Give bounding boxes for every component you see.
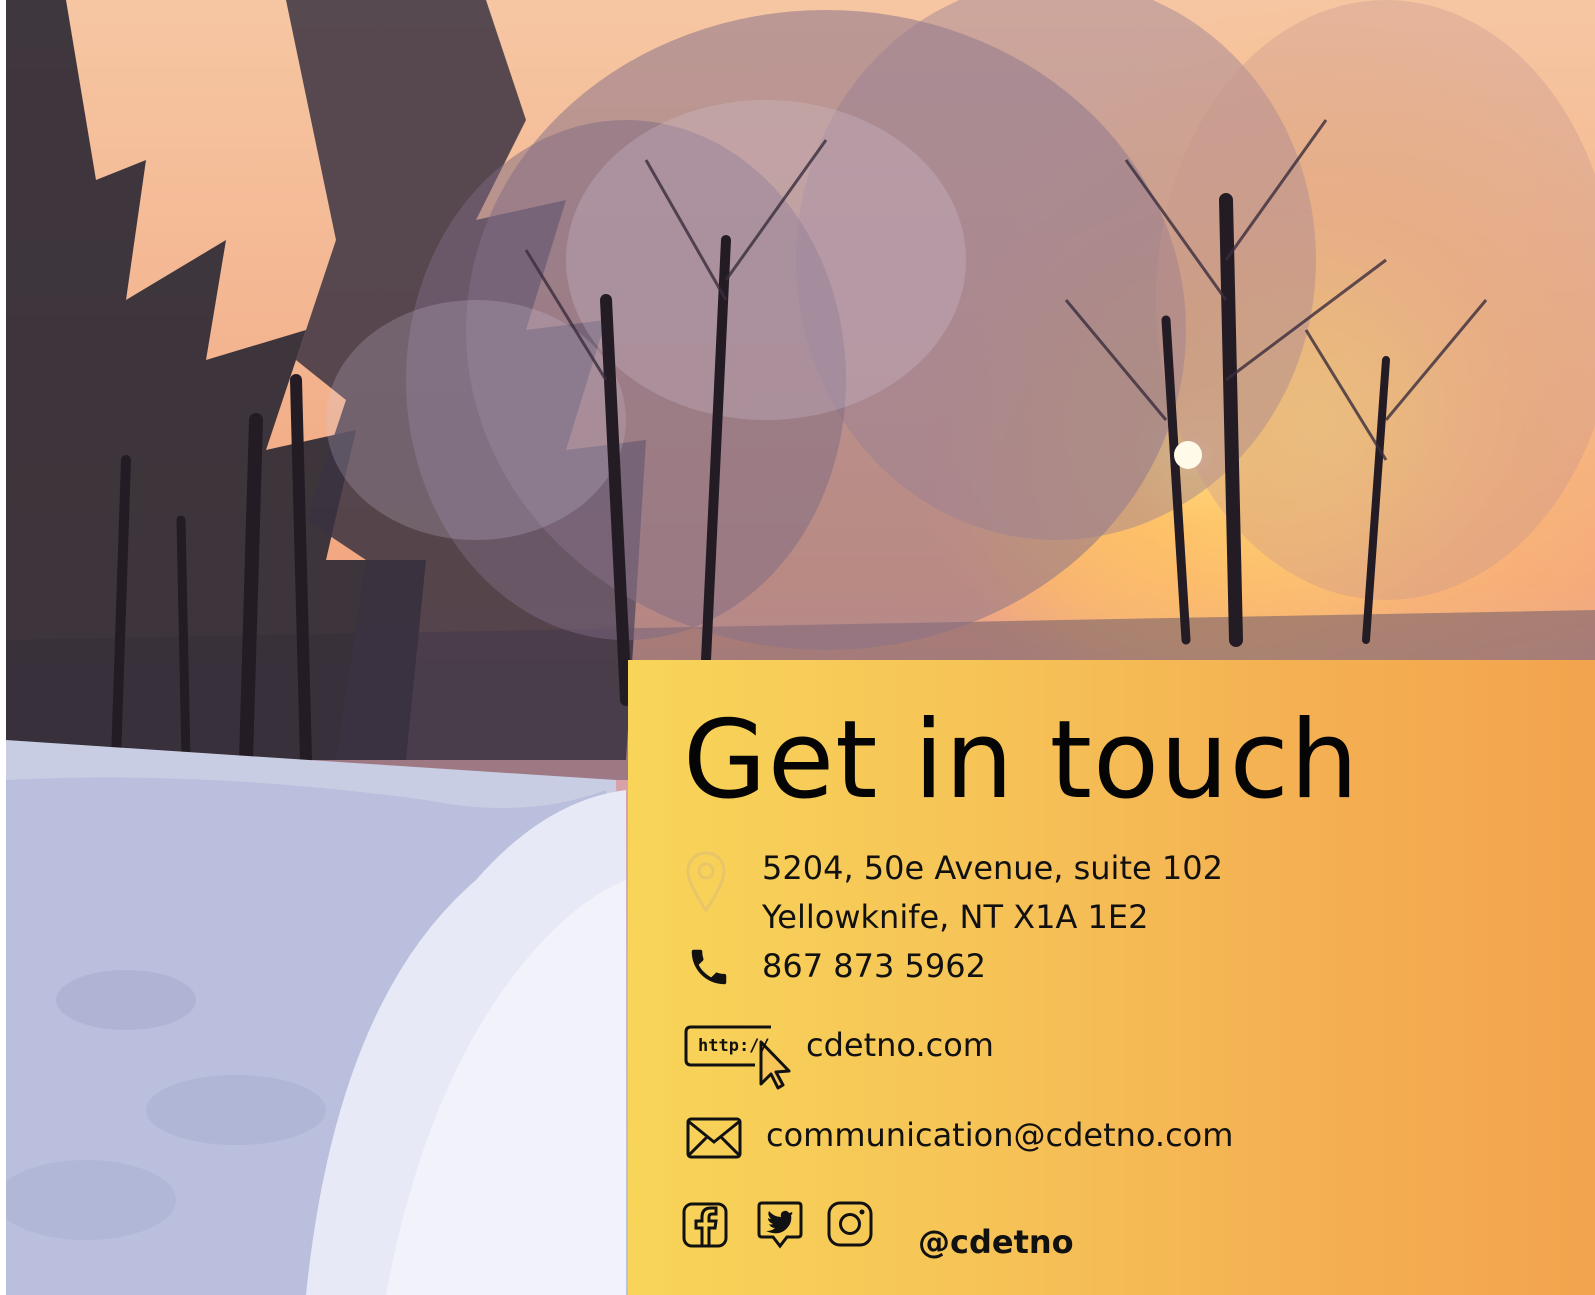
address-line-2: Yellowknife, NT X1A 1E2 [762, 898, 1149, 936]
phone-icon [691, 949, 727, 985]
address-line-1: 5204, 50e Avenue, suite 102 [762, 849, 1223, 887]
address: 5204, 50e Avenue, suite 102 Yellowknife,… [762, 844, 1223, 942]
contact-card: Get in touch 5204, 50e Avenue, suite 102… [628, 660, 1595, 1295]
website-link[interactable]: cdetno.com [806, 1026, 994, 1064]
twitter-icon[interactable] [756, 1200, 804, 1250]
http-cursor-icon [684, 1025, 791, 1090]
envelope-icon [686, 1117, 742, 1159]
phone-number[interactable]: 867 873 5962 [762, 947, 986, 985]
instagram-icon[interactable] [826, 1200, 874, 1248]
http-label: http:// [698, 1036, 770, 1056]
social-handle[interactable]: @cdetno [918, 1223, 1074, 1261]
map-pin-icon [686, 851, 726, 913]
email-link[interactable]: communication@cdetno.com [766, 1116, 1233, 1154]
facebook-icon[interactable] [682, 1202, 728, 1248]
card-title: Get in touch [683, 698, 1360, 823]
